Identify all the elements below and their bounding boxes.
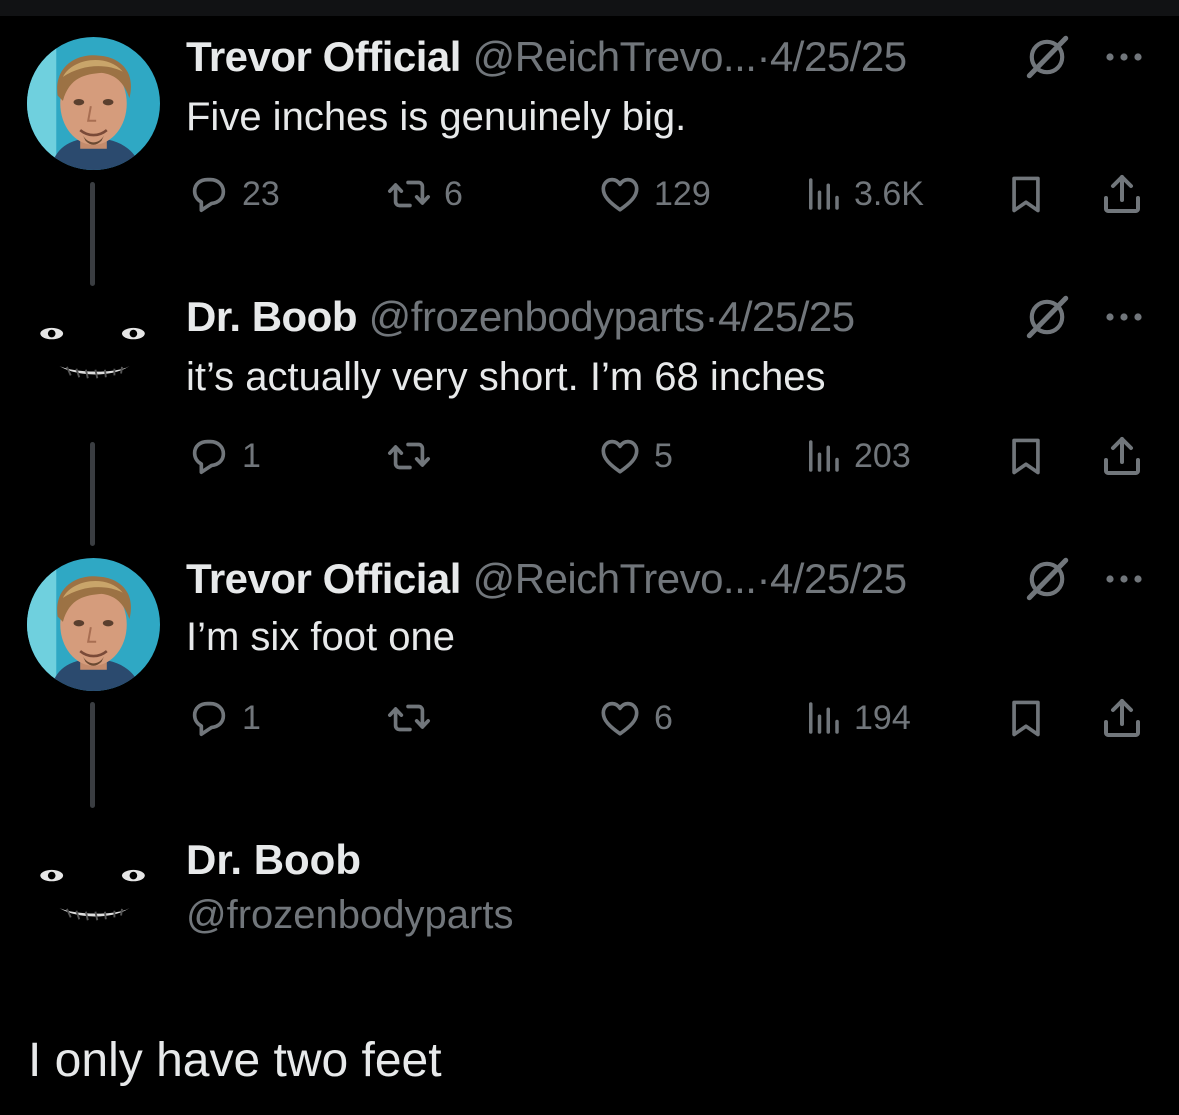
repost-button[interactable] (384, 690, 444, 746)
reply-icon (186, 171, 232, 217)
tweet[interactable]: Trevor Official @ReichTrevo...·4/25/25 I… (0, 550, 1179, 820)
meta-separator: · (756, 555, 770, 602)
display-name[interactable]: Dr. Boob (186, 832, 361, 888)
views-icon (802, 435, 844, 477)
share-icon (1098, 170, 1146, 218)
tweet-date[interactable]: 4/25/25 (718, 293, 855, 340)
repost-icon (384, 433, 434, 479)
bookmark-icon (1004, 694, 1048, 742)
reply-count: 23 (242, 174, 280, 213)
tweet[interactable]: Dr. Boob @frozenbodyparts·4/25/25 it’s a… (0, 280, 1179, 550)
reply-button[interactable]: 1 (186, 428, 261, 484)
views-count: 194 (854, 698, 911, 737)
tweet-text: it’s actually very short. I’m 68 inches (186, 355, 826, 399)
repost-button[interactable] (384, 428, 444, 484)
grok-icon[interactable] (1020, 32, 1074, 82)
more-icon[interactable] (1100, 292, 1148, 342)
views-icon (802, 697, 844, 739)
like-count: 6 (654, 698, 673, 737)
reply-icon (186, 695, 232, 741)
reply-button[interactable]: 23 (186, 166, 280, 222)
tweet-header: Trevor Official @ReichTrevo...·4/25/25 (186, 554, 907, 604)
like-button[interactable]: 5 (596, 428, 673, 484)
more-icon[interactable] (1100, 554, 1148, 604)
views-button[interactable]: 3.6K (802, 166, 924, 222)
bookmark-icon (1004, 432, 1048, 480)
grok-icon[interactable] (1020, 554, 1074, 604)
grok-icon[interactable] (1020, 292, 1074, 342)
tweet-date[interactable]: 4/25/25 (770, 555, 907, 602)
like-icon (596, 695, 644, 741)
views-button[interactable]: 203 (802, 428, 911, 484)
like-icon (596, 433, 644, 479)
repost-button[interactable]: 6 (384, 166, 463, 222)
share-icon (1098, 432, 1146, 480)
share-button[interactable] (1098, 166, 1146, 222)
avatar[interactable] (27, 830, 160, 963)
profile-photo (27, 558, 160, 691)
share-button[interactable] (1098, 690, 1146, 746)
display-name[interactable]: Trevor Official (186, 33, 461, 80)
like-icon (596, 171, 644, 217)
tweet-header: Dr. Boob @frozenbodyparts·4/25/25 (186, 292, 855, 342)
display-name[interactable]: Dr. Boob (186, 293, 358, 340)
meta-separator: · (756, 33, 770, 80)
like-count: 129 (654, 174, 711, 213)
like-button[interactable]: 129 (596, 166, 711, 222)
tweet-header: Trevor Official @ReichTrevo...·4/25/25 (186, 32, 907, 82)
reply-count: 1 (242, 436, 261, 475)
repost-icon (384, 695, 434, 741)
views-count: 203 (854, 436, 911, 475)
profile-photo (27, 830, 160, 963)
user-handle[interactable]: @frozenbodyparts (369, 293, 705, 340)
like-count: 5 (654, 436, 673, 475)
user-handle[interactable]: @ReichTrevo... (473, 555, 757, 602)
bookmark-icon (1004, 170, 1048, 218)
bookmark-button[interactable] (1004, 428, 1048, 484)
repost-count: 6 (444, 174, 463, 213)
reply-icon (186, 433, 232, 479)
tweet-text: I only have two feet (28, 1034, 442, 1087)
tweet[interactable]: Trevor Official @ReichTrevo...·4/25/25 F… (0, 0, 1179, 286)
like-button[interactable]: 6 (596, 690, 673, 746)
action-bar: 1 5 203 (0, 428, 1179, 484)
profile-photo (27, 288, 160, 421)
bookmark-button[interactable] (1004, 690, 1048, 746)
profile-photo (27, 37, 160, 170)
reply-count: 1 (242, 698, 261, 737)
share-button[interactable] (1098, 428, 1146, 484)
tweet-date[interactable]: 4/25/25 (770, 33, 907, 80)
tweet-text: I’m six foot one (186, 615, 456, 659)
repost-icon (384, 171, 434, 217)
action-bar: 23 6 129 3.6K (0, 166, 1179, 222)
more-icon[interactable] (1100, 32, 1148, 82)
user-handle[interactable]: @frozenbodyparts (186, 888, 513, 942)
tweet-text: Five inches is genuinely big. (186, 95, 687, 139)
share-icon (1098, 694, 1146, 742)
reply-button[interactable]: 1 (186, 690, 261, 746)
display-name[interactable]: Trevor Official (186, 555, 461, 602)
avatar[interactable] (27, 288, 160, 421)
views-icon (802, 173, 844, 215)
views-button[interactable]: 194 (802, 690, 911, 746)
avatar[interactable] (27, 37, 160, 170)
meta-separator: · (704, 293, 719, 340)
action-bar: 1 6 194 (0, 690, 1179, 746)
bookmark-button[interactable] (1004, 166, 1048, 222)
views-count: 3.6K (854, 174, 924, 213)
avatar[interactable] (27, 558, 160, 691)
user-handle[interactable]: @ReichTrevo... (473, 33, 757, 80)
